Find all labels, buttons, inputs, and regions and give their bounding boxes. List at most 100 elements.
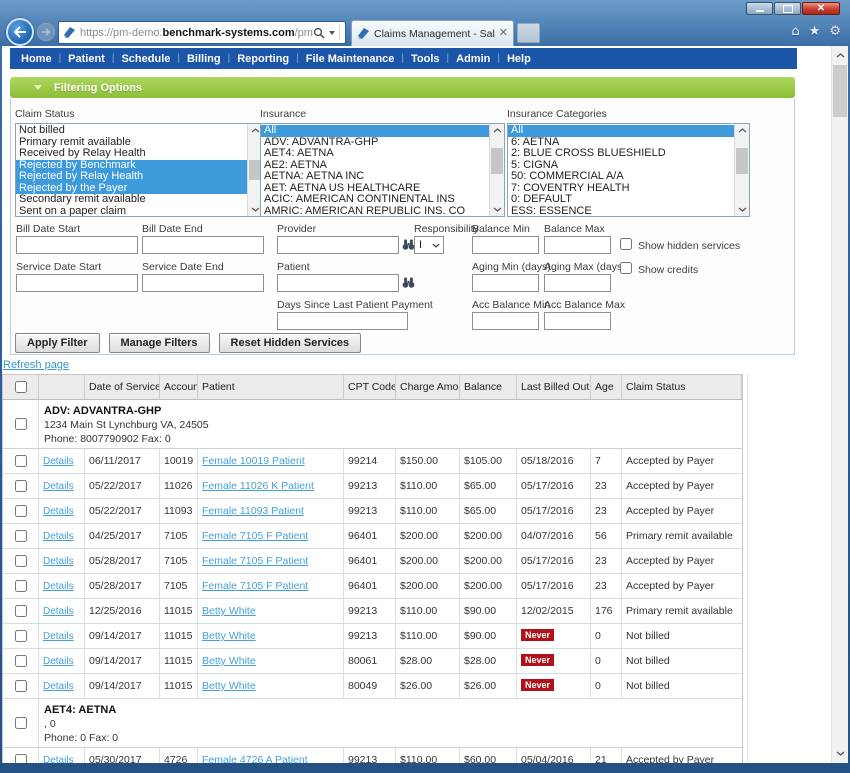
list-item-primary-remit-available[interactable]: Primary remit available: [16, 137, 247, 149]
aging-max-input[interactable]: [544, 274, 611, 292]
scroll-down-icon[interactable]: [735, 203, 749, 216]
details-link[interactable]: Details: [43, 506, 74, 517]
patient-link[interactable]: Female 10019 Patient: [202, 455, 305, 467]
list-item-50-commercial-a-a[interactable]: 50: COMMERCIAL A/A: [508, 171, 734, 183]
patient-link[interactable]: Female 11026 K Patient: [202, 480, 314, 492]
patient-lookup-icon[interactable]: [402, 276, 415, 294]
list-item-aet4-aetna[interactable]: AET4: AETNA: [261, 148, 489, 160]
list-item-ess-essence[interactable]: ESS: ESSENCE: [508, 206, 734, 218]
list-item-all[interactable]: All: [261, 125, 489, 137]
search-dropdown-icon[interactable]: [329, 31, 335, 35]
forward-button[interactable]: [37, 23, 55, 41]
scroll-up-icon[interactable]: [735, 124, 749, 137]
nav-item-file-maintenance[interactable]: File Maintenance: [299, 53, 402, 65]
search-icon[interactable]: [313, 27, 325, 39]
group-checkbox[interactable]: [15, 717, 27, 729]
list-item-0-default[interactable]: 0: DEFAULT: [508, 194, 734, 206]
nav-item-tools[interactable]: Tools: [404, 53, 447, 65]
bill-date-start-input[interactable]: [16, 236, 138, 254]
list-item-5-cigna[interactable]: 5: CIGNA: [508, 160, 734, 172]
group-checkbox[interactable]: [15, 418, 27, 430]
nav-item-reporting[interactable]: Reporting: [230, 53, 296, 65]
bill-date-end-input[interactable]: [142, 236, 264, 254]
minimize-button[interactable]: [746, 2, 773, 15]
scrollbar-thumb[interactable]: [491, 148, 503, 174]
filtering-options-header[interactable]: Filtering Options: [10, 77, 795, 98]
nav-item-admin[interactable]: Admin: [449, 53, 497, 65]
row-checkbox[interactable]: [15, 630, 27, 642]
listbox-scrollbar[interactable]: [734, 124, 749, 216]
tab-close-icon[interactable]: ✕: [499, 28, 508, 39]
list-item-ae2-aetna[interactable]: AE2: AETNA: [261, 160, 489, 172]
listbox-scrollbar[interactable]: [489, 124, 504, 216]
balance-min-input[interactable]: [472, 236, 539, 254]
back-button[interactable]: [6, 18, 34, 46]
details-link[interactable]: Details: [43, 456, 74, 467]
row-checkbox[interactable]: [15, 530, 27, 542]
scroll-down-icon[interactable]: [832, 745, 848, 762]
row-checkbox[interactable]: [15, 655, 27, 667]
details-link[interactable]: Details: [43, 481, 74, 492]
manage-filters-button[interactable]: Manage Filters: [109, 333, 210, 353]
list-item-rejected-by-relay-health[interactable]: Rejected by Relay Health: [16, 171, 247, 183]
list-item-secondary-remit-available[interactable]: Secondary remit available: [16, 194, 247, 206]
list-item-aetna-aetna-inc[interactable]: AETNA: AETNA INC: [261, 171, 489, 183]
row-checkbox[interactable]: [15, 605, 27, 617]
row-checkbox[interactable]: [15, 505, 27, 517]
address-bar[interactable]: https://pm-demo.benchmark-systems.com/pm…: [58, 21, 346, 44]
details-link[interactable]: Details: [43, 606, 74, 617]
nav-item-home[interactable]: Home: [14, 53, 59, 65]
apply-filter-button[interactable]: Apply Filter: [15, 333, 100, 353]
days-since-last-patient-payment-input[interactable]: [277, 312, 408, 330]
list-item-all[interactable]: All: [508, 125, 734, 137]
scrollbar-thumb[interactable]: [736, 148, 748, 174]
details-link[interactable]: Details: [43, 556, 74, 567]
home-icon[interactable]: ⌂: [791, 25, 799, 39]
select-all-checkbox[interactable]: [15, 381, 27, 393]
list-item-2-blue-cross-blueshield[interactable]: 2: BLUE CROSS BLUESHIELD: [508, 148, 734, 160]
provider-input[interactable]: [277, 236, 399, 254]
nav-item-billing[interactable]: Billing: [180, 53, 228, 65]
nav-item-schedule[interactable]: Schedule: [114, 53, 177, 65]
list-item-sent-on-a-paper-claim[interactable]: Sent on a paper claim: [16, 206, 247, 218]
nav-item-patient[interactable]: Patient: [61, 53, 112, 65]
listbox-insurance-categories-box[interactable]: All6: AETNA2: BLUE CROSS BLUESHIELD5: CI…: [507, 123, 750, 217]
list-item-rejected-by-the-payer[interactable]: Rejected by the Payer: [16, 183, 247, 195]
browser-tab[interactable]: Claims Management - Sale... ✕: [351, 20, 514, 46]
row-checkbox[interactable]: [15, 455, 27, 467]
list-item-received-by-relay-health[interactable]: Received by Relay Health: [16, 148, 247, 160]
scroll-up-icon[interactable]: [832, 47, 848, 64]
list-item-7-coventry-health[interactable]: 7: COVENTRY HEALTH: [508, 183, 734, 195]
responsibility-select[interactable]: I: [414, 236, 444, 254]
service-date-end-input[interactable]: [142, 274, 264, 292]
scroll-down-icon[interactable]: [490, 203, 504, 216]
list-item-not-billed[interactable]: Not billed: [16, 125, 247, 137]
listbox-claim-status-box[interactable]: Not billedPrimary remit availableReceive…: [15, 123, 263, 217]
refresh-page-link[interactable]: Refresh page: [3, 359, 69, 371]
list-item-rejected-by-benchmark[interactable]: Rejected by Benchmark: [16, 160, 247, 172]
details-link[interactable]: Details: [43, 581, 74, 592]
acc-balance-max-input[interactable]: [544, 312, 611, 330]
page-scrollbar[interactable]: [831, 46, 848, 763]
favorites-star-icon[interactable]: ★: [809, 25, 821, 39]
patient-link[interactable]: Betty White: [202, 630, 256, 642]
row-checkbox[interactable]: [15, 555, 27, 567]
list-item-adv-advantra-ghp[interactable]: ADV: ADVANTRA-GHP: [261, 137, 489, 149]
details-link[interactable]: Details: [43, 656, 74, 667]
list-item-amric-american-republic-ins-co[interactable]: AMRIC: AMERICAN REPUBLIC INS. CO: [261, 206, 489, 218]
patient-link[interactable]: Female 7105 F Patient: [202, 555, 308, 567]
row-checkbox[interactable]: [15, 680, 27, 692]
patient-link[interactable]: Betty White: [202, 680, 256, 692]
patient-link[interactable]: Betty White: [202, 655, 256, 667]
details-link[interactable]: Details: [43, 531, 74, 542]
scroll-up-icon[interactable]: [490, 124, 504, 137]
patient-link[interactable]: Female 11093 Patient: [202, 505, 304, 517]
acc-balance-min-input[interactable]: [472, 312, 539, 330]
service-date-start-input[interactable]: [16, 274, 138, 292]
titlebar[interactable]: ✕: [0, 0, 850, 18]
reset-hidden-services-button[interactable]: Reset Hidden Services: [219, 333, 362, 353]
details-link[interactable]: Details: [43, 681, 74, 692]
settings-gear-icon[interactable]: ⚙: [829, 25, 841, 39]
row-checkbox[interactable]: [15, 580, 27, 592]
details-link[interactable]: Details: [43, 755, 74, 763]
